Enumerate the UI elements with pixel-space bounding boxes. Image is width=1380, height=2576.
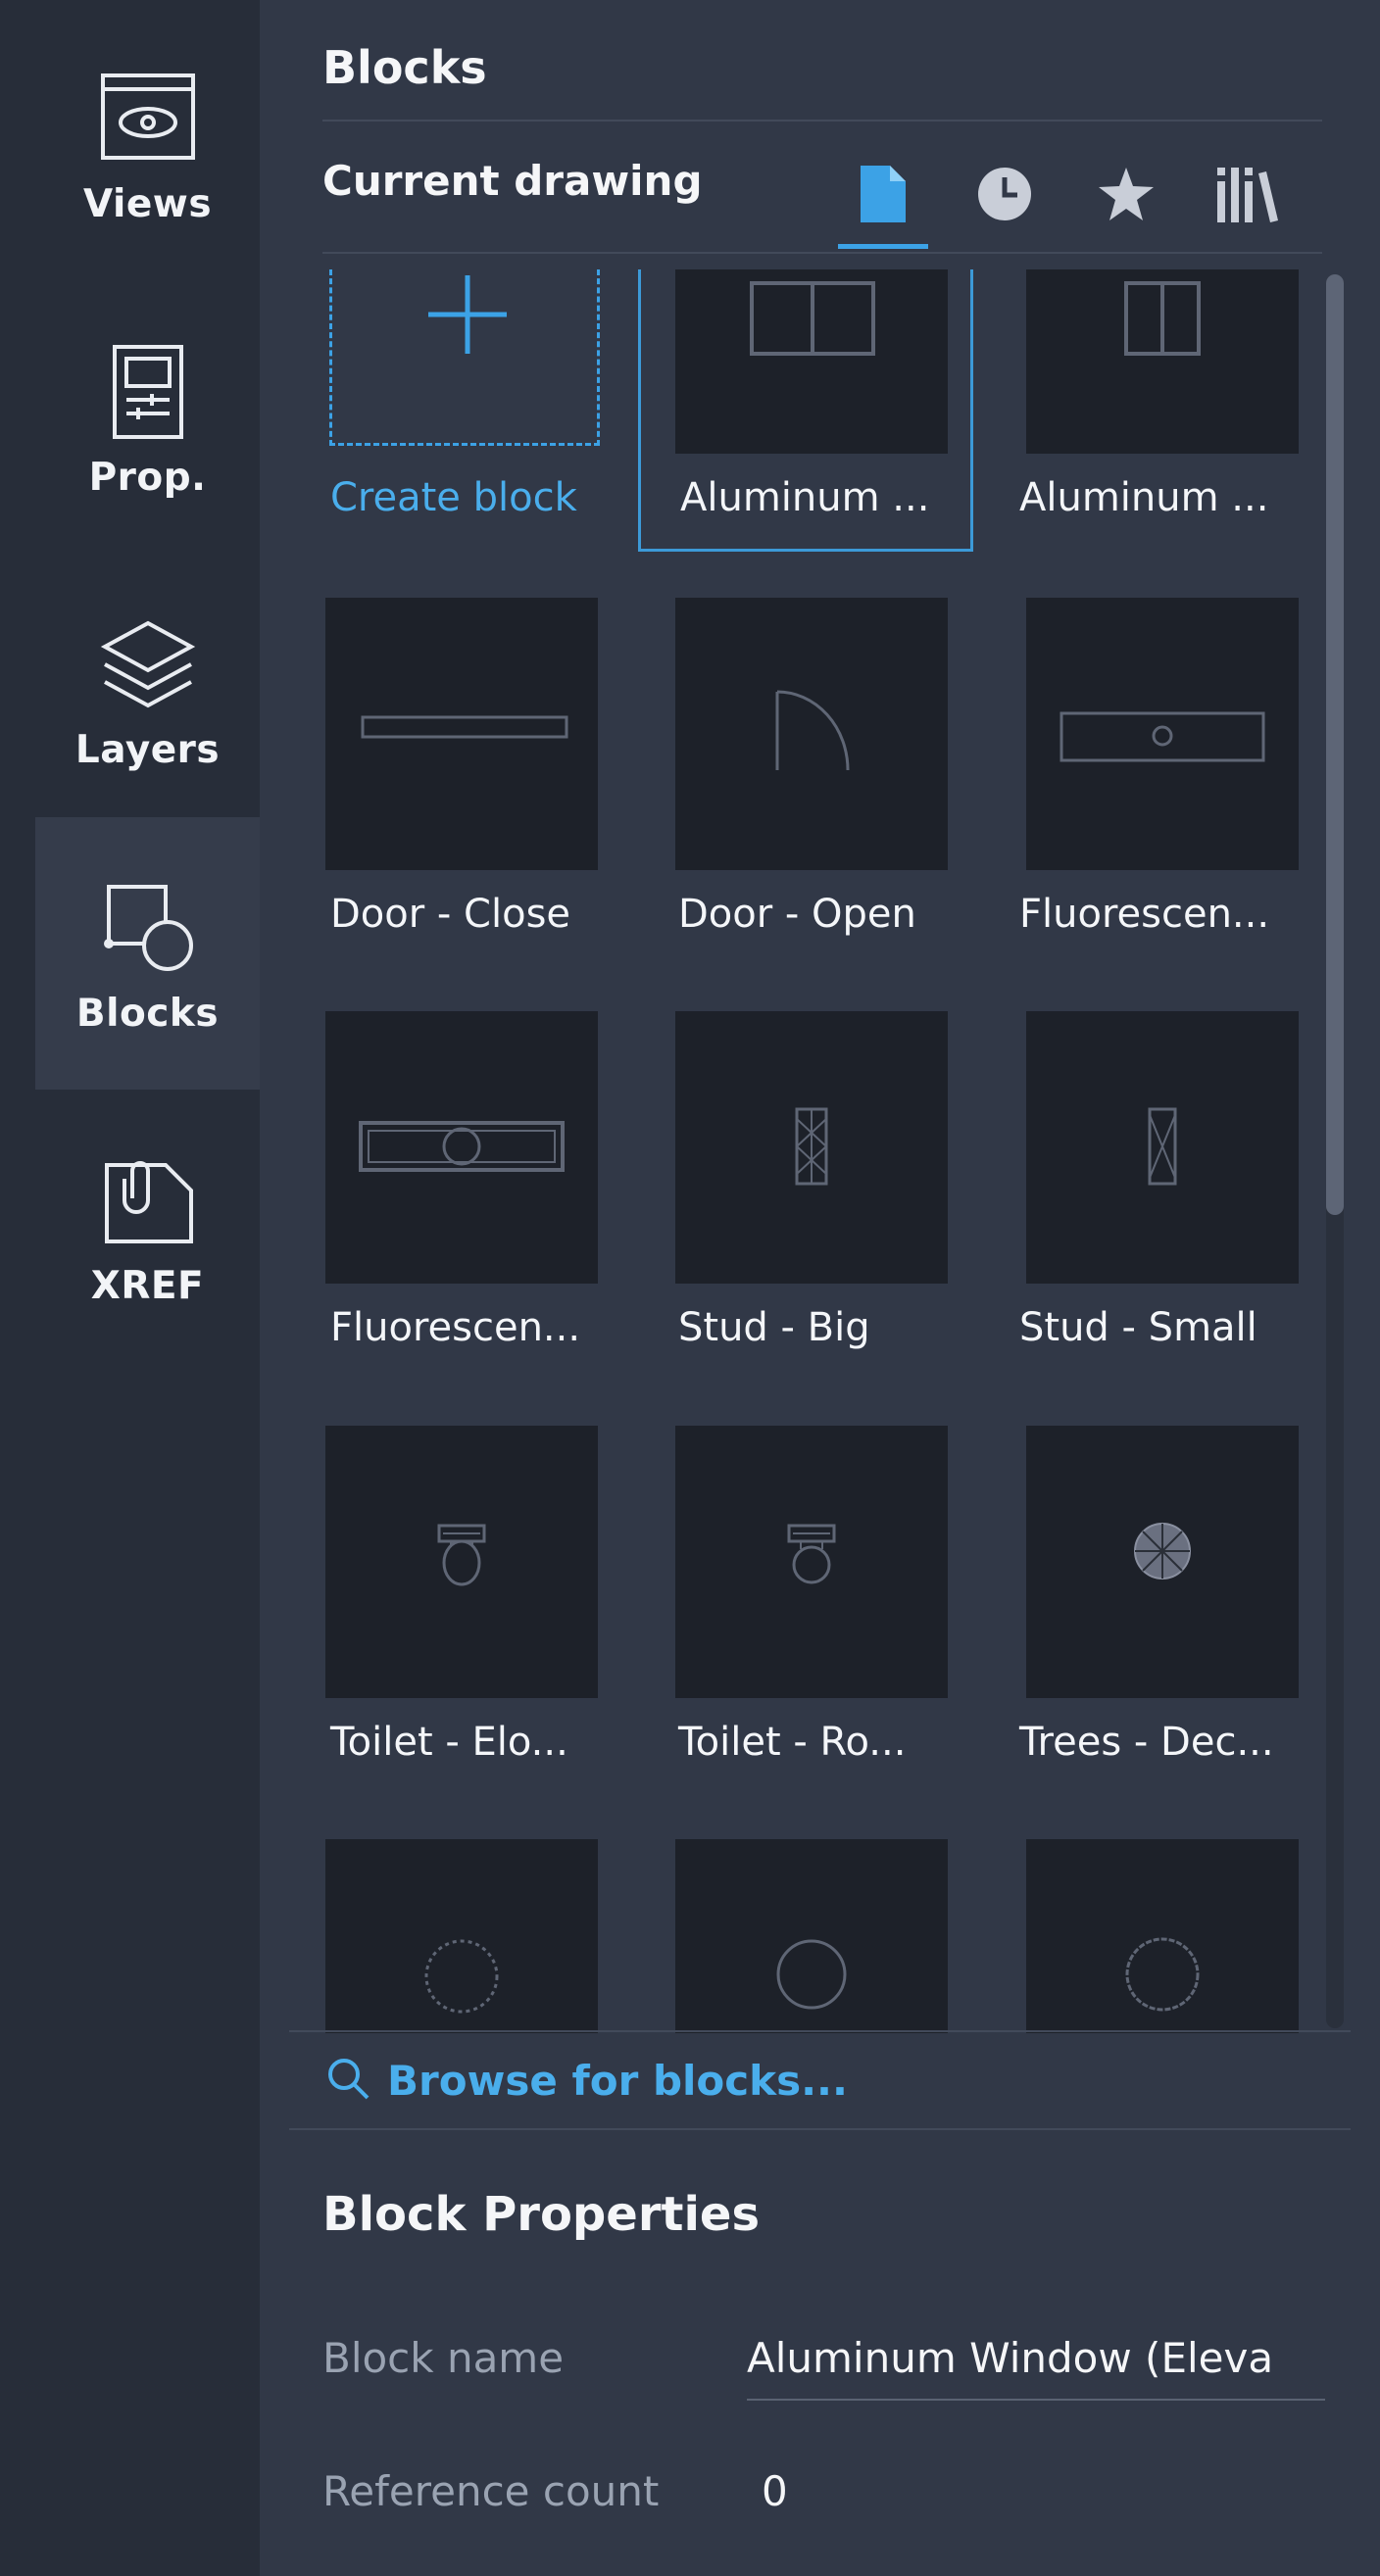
divider: [289, 2128, 1351, 2130]
block-tile[interactable]: Aluminum ...: [661, 269, 994, 520]
block-thumbnail: [1026, 1839, 1299, 2033]
tab-favorites[interactable]: [1081, 147, 1171, 245]
block-name-field[interactable]: Aluminum Window (Eleva: [747, 2334, 1325, 2382]
xref-icon: [94, 1146, 202, 1254]
side-rail: Views Prop. Layers Blocks XREF: [0, 0, 260, 2576]
block-label: Aluminum ...: [1019, 475, 1269, 520]
rail-label-views: Views: [82, 182, 213, 226]
create-block-label: Create block: [330, 475, 577, 520]
divider: [289, 2030, 1351, 2032]
browse-blocks-label: Browse for blocks...: [387, 2056, 848, 2105]
clock-icon: [976, 166, 1033, 226]
properties-icon: [94, 338, 202, 446]
rail-label-blocks: Blocks: [75, 992, 220, 1036]
block-tile[interactable]: [322, 1839, 656, 2033]
block-thumbnail: [675, 1426, 948, 1698]
block-tile[interactable]: Trees - Dec...: [1011, 1426, 1345, 1765]
tab-libraries[interactable]: [1203, 147, 1293, 245]
panel-title: Blocks: [322, 41, 487, 94]
block-thumbnail: [675, 1839, 948, 2033]
block-tile[interactable]: Fluorescen...: [1011, 598, 1345, 937]
block-tile[interactable]: Fluorescen...: [322, 1011, 656, 1350]
block-label: Fluorescen...: [1019, 892, 1270, 937]
block-grid: Create block Aluminum ... Aluminum ... D…: [322, 269, 1361, 2033]
block-thumbnail: [325, 1426, 598, 1698]
create-block-tile[interactable]: Create block: [322, 269, 656, 520]
eye-icon: [94, 65, 202, 172]
block-label: Door - Open: [678, 892, 916, 937]
block-label: Trees - Dec...: [1019, 1720, 1274, 1765]
block-name-underline: [747, 2399, 1325, 2401]
rail-label-layers: Layers: [74, 728, 221, 772]
block-thumbnail: [325, 598, 598, 870]
star-icon: [1097, 166, 1156, 226]
block-tile[interactable]: Toilet - Ro...: [670, 1426, 1004, 1765]
rail-item-layers[interactable]: Layers: [35, 554, 260, 826]
rail-item-blocks[interactable]: Blocks: [35, 817, 260, 1090]
block-thumbnail: [1026, 1011, 1299, 1284]
block-thumbnail: [675, 269, 948, 454]
rail-label-xref: XREF: [90, 1264, 205, 1308]
blocks-icon: [94, 874, 202, 982]
block-tile[interactable]: Toilet - Elo...: [322, 1426, 656, 1765]
divider: [322, 252, 1322, 254]
rail-item-views[interactable]: Views: [35, 8, 260, 280]
block-properties-title: Block Properties: [322, 2187, 761, 2242]
divider: [322, 120, 1322, 122]
tab-recent[interactable]: [960, 147, 1050, 245]
block-tile[interactable]: Door - Open: [670, 598, 1004, 937]
block-label: Fluorescen...: [330, 1305, 581, 1350]
section-label: Current drawing: [322, 157, 703, 205]
reference-count-value: 0: [762, 2467, 788, 2515]
rail-item-xref[interactable]: XREF: [35, 1090, 260, 1362]
block-tile[interactable]: [670, 1839, 1004, 2033]
rail-item-properties[interactable]: Prop.: [35, 281, 260, 554]
block-tile[interactable]: Door - Close: [322, 598, 656, 937]
block-thumbnail: [1026, 269, 1299, 454]
block-name-label: Block name: [322, 2334, 565, 2382]
block-label: Toilet - Elo...: [330, 1720, 568, 1765]
block-tile[interactable]: Stud - Small: [1011, 1011, 1345, 1350]
blocks-panel: Blocks Current drawing Create block Alum…: [260, 0, 1380, 2576]
document-icon: [859, 164, 908, 228]
rail-label-properties: Prop.: [88, 456, 207, 500]
library-icon: [1215, 164, 1280, 228]
search-icon: [324, 2055, 371, 2106]
reference-count-label: Reference count: [322, 2467, 660, 2515]
block-thumbnail: [675, 1011, 948, 1284]
scrollbar-thumb[interactable]: [1326, 274, 1344, 1215]
create-block-box[interactable]: [329, 269, 600, 446]
block-label: Toilet - Ro...: [678, 1720, 907, 1765]
tab-current-drawing[interactable]: [838, 147, 928, 249]
block-label: Stud - Big: [678, 1305, 870, 1350]
block-thumbnail: [325, 1011, 598, 1284]
block-label: Stud - Small: [1019, 1305, 1257, 1350]
layers-icon: [94, 610, 202, 718]
block-label: Door - Close: [330, 892, 571, 937]
block-thumbnail: [325, 1839, 598, 2033]
block-tile[interactable]: [1011, 1839, 1345, 2033]
block-tile[interactable]: Aluminum ...: [1011, 269, 1345, 520]
browse-blocks-link[interactable]: Browse for blocks...: [324, 2046, 848, 2114]
block-thumbnail: [1026, 1426, 1299, 1698]
block-thumbnail: [1026, 598, 1299, 870]
block-thumbnail: [675, 598, 948, 870]
block-tile[interactable]: Stud - Big: [670, 1011, 1004, 1350]
block-label: Aluminum ...: [680, 475, 930, 520]
